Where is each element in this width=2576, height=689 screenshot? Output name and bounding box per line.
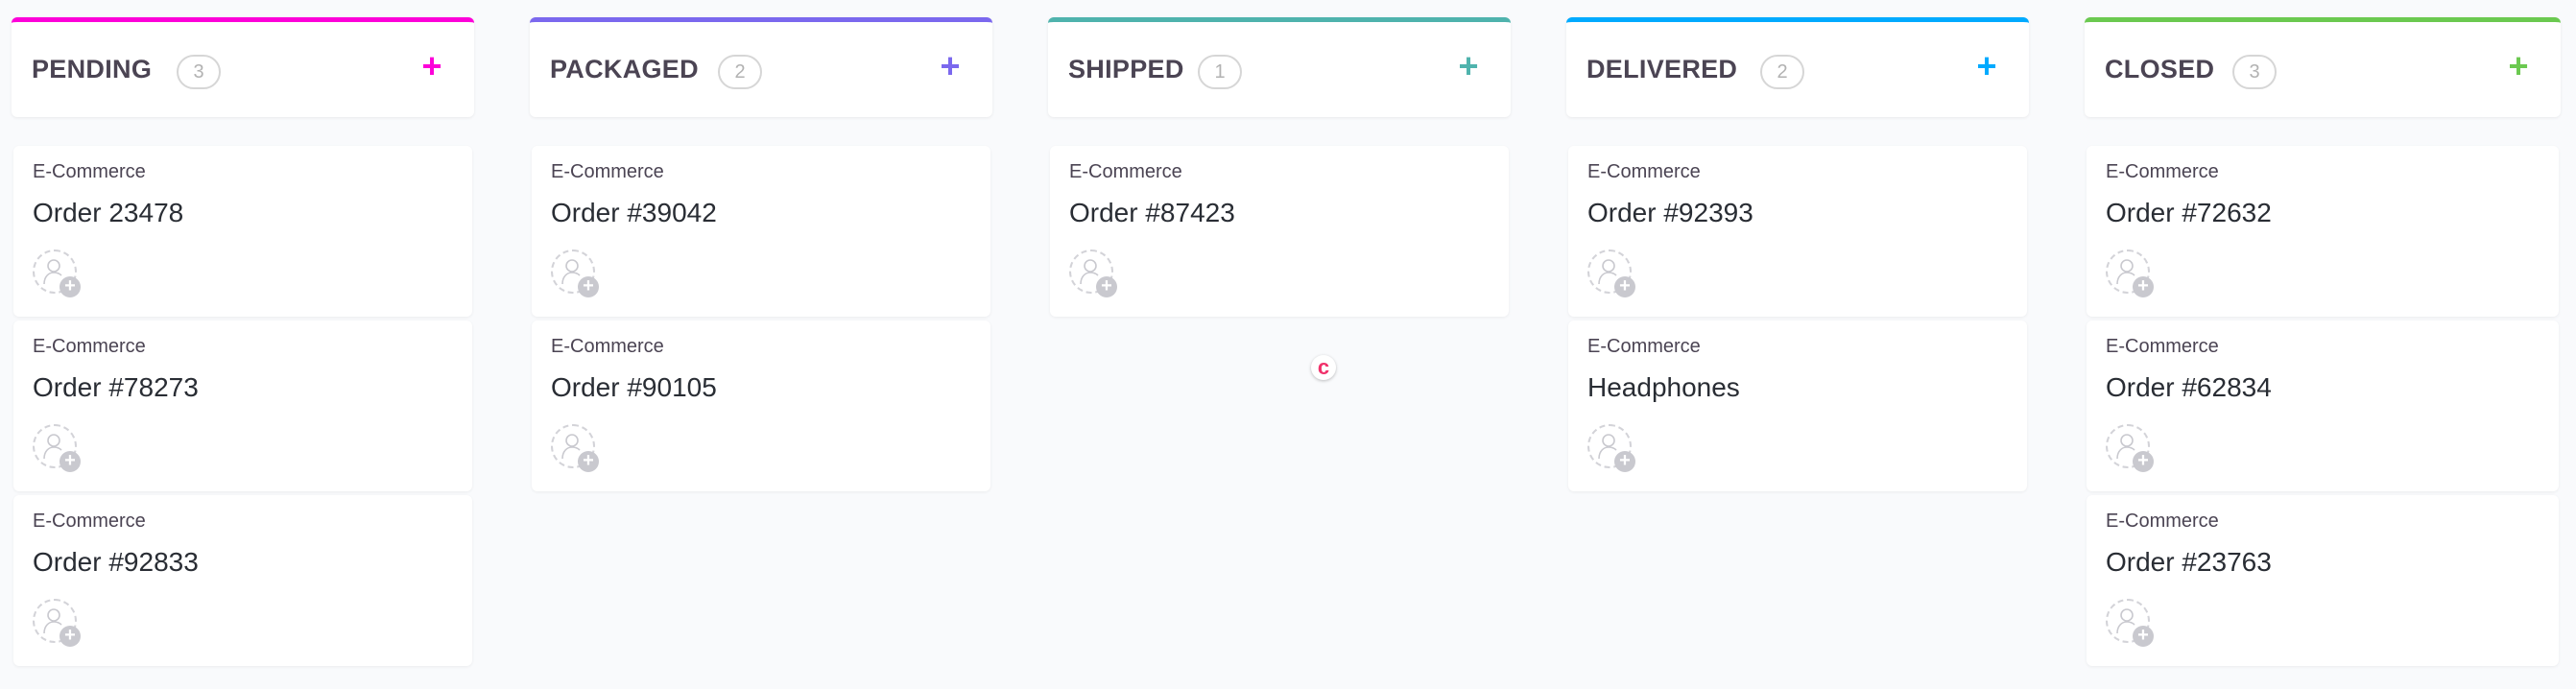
- kanban-board: PENDING 3 + E-Commerce Order 23478 + E-C…: [0, 0, 2576, 689]
- add-task-button[interactable]: +: [933, 47, 967, 85]
- assign-user-button[interactable]: +: [33, 249, 81, 297]
- add-task-button[interactable]: +: [415, 47, 449, 85]
- card-title[interactable]: Order #92833: [33, 547, 199, 578]
- column-header: PACKAGED 2 +: [530, 17, 992, 117]
- assign-user-button[interactable]: +: [551, 249, 599, 297]
- cursor-logo-icon: c: [1311, 355, 1336, 380]
- card-title[interactable]: Order #78273: [33, 372, 199, 403]
- card-category: E-Commerce: [551, 161, 664, 182]
- card-list: E-Commerce Order #87423 +: [1050, 146, 1509, 321]
- column-header: PENDING 3 +: [12, 17, 474, 117]
- assign-user-button[interactable]: +: [33, 424, 81, 472]
- card-category: E-Commerce: [1587, 161, 1701, 182]
- card-title[interactable]: Order #39042: [551, 198, 717, 228]
- column-title: PENDING: [32, 55, 153, 83]
- assign-user-button[interactable]: +: [2106, 599, 2154, 647]
- task-card[interactable]: E-Commerce Order #72632 +: [2087, 146, 2559, 317]
- card-category: E-Commerce: [1587, 336, 1701, 357]
- card-category: E-Commerce: [2106, 336, 2219, 357]
- card-category: E-Commerce: [1069, 161, 1182, 182]
- column-header: DELIVERED 2 +: [1566, 17, 2029, 117]
- column-title: CLOSED: [2105, 55, 2215, 83]
- card-category: E-Commerce: [2106, 161, 2219, 182]
- assign-user-button[interactable]: +: [1587, 249, 1635, 297]
- column-count-badge: 2: [1760, 55, 1804, 89]
- add-assignee-icon: +: [1614, 276, 1635, 297]
- task-card[interactable]: E-Commerce Headphones +: [1568, 321, 2027, 491]
- add-assignee-icon: +: [60, 451, 81, 472]
- add-assignee-icon: +: [578, 276, 599, 297]
- assign-user-button[interactable]: +: [2106, 424, 2154, 472]
- add-assignee-icon: +: [2133, 451, 2154, 472]
- column-header: SHIPPED 1 +: [1048, 17, 1511, 117]
- task-card[interactable]: E-Commerce Order #87423 +: [1050, 146, 1509, 317]
- task-card[interactable]: E-Commerce Order #39042 +: [532, 146, 990, 317]
- column-count-badge: 3: [177, 55, 221, 89]
- board-column-pending: PENDING 3 + E-Commerce Order 23478 + E-C…: [12, 17, 474, 666]
- card-title[interactable]: Order #62834: [2106, 372, 2272, 403]
- add-assignee-icon: +: [2133, 276, 2154, 297]
- column-count-badge: 3: [2232, 55, 2277, 89]
- column-title: SHIPPED: [1068, 55, 1184, 83]
- task-card[interactable]: E-Commerce Order 23478 +: [13, 146, 472, 317]
- card-title[interactable]: Order #87423: [1069, 198, 1235, 228]
- add-assignee-icon: +: [2133, 626, 2154, 647]
- card-list: E-Commerce Order #72632 + E-Commerce Ord…: [2087, 146, 2559, 670]
- task-card[interactable]: E-Commerce Order #92393 +: [1568, 146, 2027, 317]
- column-count-badge: 1: [1198, 55, 1242, 89]
- card-list: E-Commerce Order #39042 + E-Commerce Ord…: [532, 146, 990, 495]
- add-task-button[interactable]: +: [1969, 47, 2004, 85]
- card-category: E-Commerce: [2106, 511, 2219, 532]
- add-assignee-icon: +: [1096, 276, 1117, 297]
- card-title[interactable]: Order #72632: [2106, 198, 2272, 228]
- card-title[interactable]: Order 23478: [33, 198, 183, 228]
- assign-user-button[interactable]: +: [551, 424, 599, 472]
- assign-user-button[interactable]: +: [1069, 249, 1117, 297]
- task-card[interactable]: E-Commerce Order #92833 +: [13, 495, 472, 666]
- column-header: CLOSED 3 +: [2085, 17, 2561, 117]
- task-card[interactable]: E-Commerce Order #23763 +: [2087, 495, 2559, 666]
- card-title[interactable]: Order #90105: [551, 372, 717, 403]
- column-title: PACKAGED: [550, 55, 699, 83]
- assign-user-button[interactable]: +: [1587, 424, 1635, 472]
- board-column-shipped: SHIPPED 1 + E-Commerce Order #87423 +: [1048, 17, 1511, 317]
- column-title: DELIVERED: [1586, 55, 1738, 83]
- card-category: E-Commerce: [33, 161, 146, 182]
- task-card[interactable]: E-Commerce Order #78273 +: [13, 321, 472, 491]
- assign-user-button[interactable]: +: [2106, 249, 2154, 297]
- board-column-closed: CLOSED 3 + E-Commerce Order #72632 + E-C…: [2085, 17, 2561, 666]
- card-title[interactable]: Headphones: [1587, 372, 1740, 403]
- add-task-button[interactable]: +: [2501, 47, 2536, 85]
- add-task-button[interactable]: +: [1451, 47, 1486, 85]
- task-card[interactable]: E-Commerce Order #90105 +: [532, 321, 990, 491]
- add-assignee-icon: +: [60, 276, 81, 297]
- card-list: E-Commerce Order #92393 + E-Commerce Hea…: [1568, 146, 2027, 495]
- task-card[interactable]: E-Commerce Order #62834 +: [2087, 321, 2559, 491]
- card-category: E-Commerce: [33, 336, 146, 357]
- card-title[interactable]: Order #23763: [2106, 547, 2272, 578]
- add-assignee-icon: +: [1614, 451, 1635, 472]
- column-count-badge: 2: [718, 55, 762, 89]
- assign-user-button[interactable]: +: [33, 599, 81, 647]
- card-title[interactable]: Order #92393: [1587, 198, 1753, 228]
- board-column-packaged: PACKAGED 2 + E-Commerce Order #39042 + E…: [530, 17, 992, 491]
- card-category: E-Commerce: [33, 511, 146, 532]
- card-list: E-Commerce Order 23478 + E-Commerce Orde…: [13, 146, 472, 670]
- board-column-delivered: DELIVERED 2 + E-Commerce Order #92393 + …: [1566, 17, 2029, 491]
- card-category: E-Commerce: [551, 336, 664, 357]
- add-assignee-icon: +: [578, 451, 599, 472]
- add-assignee-icon: +: [60, 626, 81, 647]
